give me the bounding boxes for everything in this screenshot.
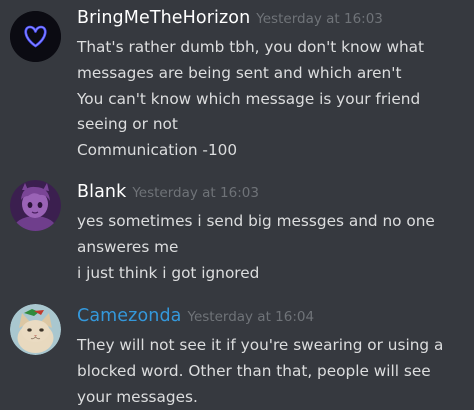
message-content: That's rather dumb tbh, you don't know w… <box>77 35 424 164</box>
timestamp[interactable]: Yesterday at 16:03 <box>256 11 383 27</box>
message-line: blocked word. Other than that, people wi… <box>77 361 431 380</box>
message-line: seeing or not <box>77 115 178 134</box>
username[interactable]: Camezonda <box>77 306 181 326</box>
username[interactable]: Blank <box>77 182 126 202</box>
message-line: i just think i got ignored <box>77 263 260 282</box>
message-line: Communication -100 <box>77 141 238 160</box>
heart-icon <box>10 11 61 62</box>
avatar-blank[interactable] <box>10 180 61 231</box>
cat-avatar <box>10 304 61 355</box>
username[interactable]: BringMeTheHorizon <box>77 8 250 28</box>
message-header: Camezonda Yesterday at 16:04 <box>77 306 314 332</box>
timestamp[interactable]: Yesterday at 16:03 <box>132 185 259 201</box>
message-line: They will not see it if you're swearing … <box>77 336 444 354</box>
message-content: They will not see it if you're swearing … <box>77 333 443 410</box>
message-line: messages are being sent and which aren't <box>77 63 402 82</box>
message-header: BringMeTheHorizon Yesterday at 16:03 <box>77 8 383 34</box>
message-header: Blank Yesterday at 16:03 <box>77 182 259 208</box>
message-line: You can't know which message is your fri… <box>77 89 421 108</box>
avatar-camezonda[interactable] <box>10 304 61 355</box>
message-line: yes sometimes i send big messges and no … <box>77 212 435 230</box>
message-content: yes sometimes i send big messges and no … <box>77 209 435 286</box>
message-line: your messages. <box>77 387 198 406</box>
message-line: answeres me <box>77 237 179 256</box>
timestamp[interactable]: Yesterday at 16:04 <box>187 309 314 325</box>
avatar-bringmethehorizon[interactable] <box>10 11 61 62</box>
anime-character-avatar <box>10 180 61 231</box>
message-line: That's rather dumb tbh, you don't know w… <box>77 38 425 56</box>
chat-log: BringMeTheHorizon Yesterday at 16:03 That… <box>0 0 474 410</box>
